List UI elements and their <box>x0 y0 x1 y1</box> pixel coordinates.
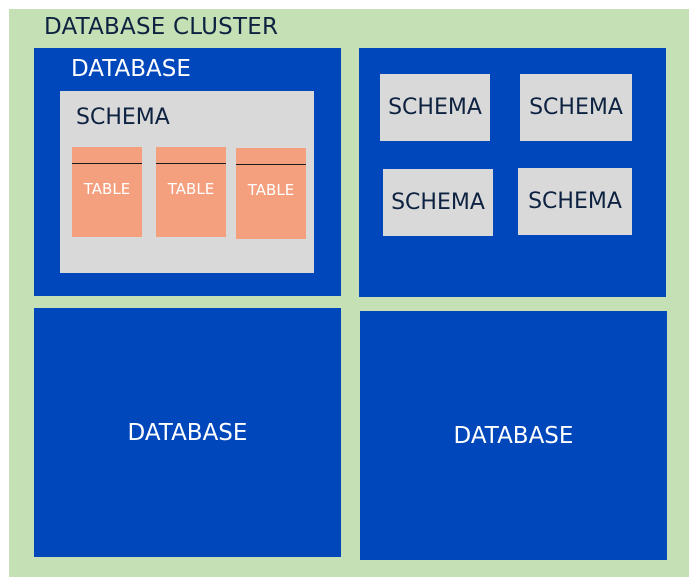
database-4-title: DATABASE <box>453 422 574 449</box>
cluster-title: DATABASE CLUSTER <box>44 14 279 40</box>
database-1: DATABASE SCHEMA TABLE TABLE TABLE <box>34 48 341 296</box>
table-2: TABLE <box>156 147 226 237</box>
database-4: DATABASE <box>360 311 667 560</box>
table-3-header-line <box>236 164 306 165</box>
database-3-title: DATABASE <box>127 419 248 446</box>
table-2-header-line <box>156 163 226 164</box>
database-2: SCHEMA SCHEMA SCHEMA SCHEMA <box>359 48 666 297</box>
database-1-title: DATABASE <box>71 56 191 82</box>
schema-c: SCHEMA <box>383 169 493 236</box>
database-3: DATABASE <box>34 308 341 557</box>
table-1-header-line <box>72 163 142 164</box>
schema-b: SCHEMA <box>520 74 632 141</box>
schema-d: SCHEMA <box>518 168 632 235</box>
table-1: TABLE <box>72 147 142 237</box>
table-2-label: TABLE <box>167 180 215 198</box>
schema-a: SCHEMA <box>380 74 490 141</box>
table-1-label: TABLE <box>83 180 131 198</box>
schema-title: SCHEMA <box>76 105 170 130</box>
table-3: TABLE <box>236 148 306 239</box>
table-3-label: TABLE <box>247 181 295 199</box>
database-1-schema: SCHEMA TABLE TABLE TABLE <box>60 91 314 273</box>
